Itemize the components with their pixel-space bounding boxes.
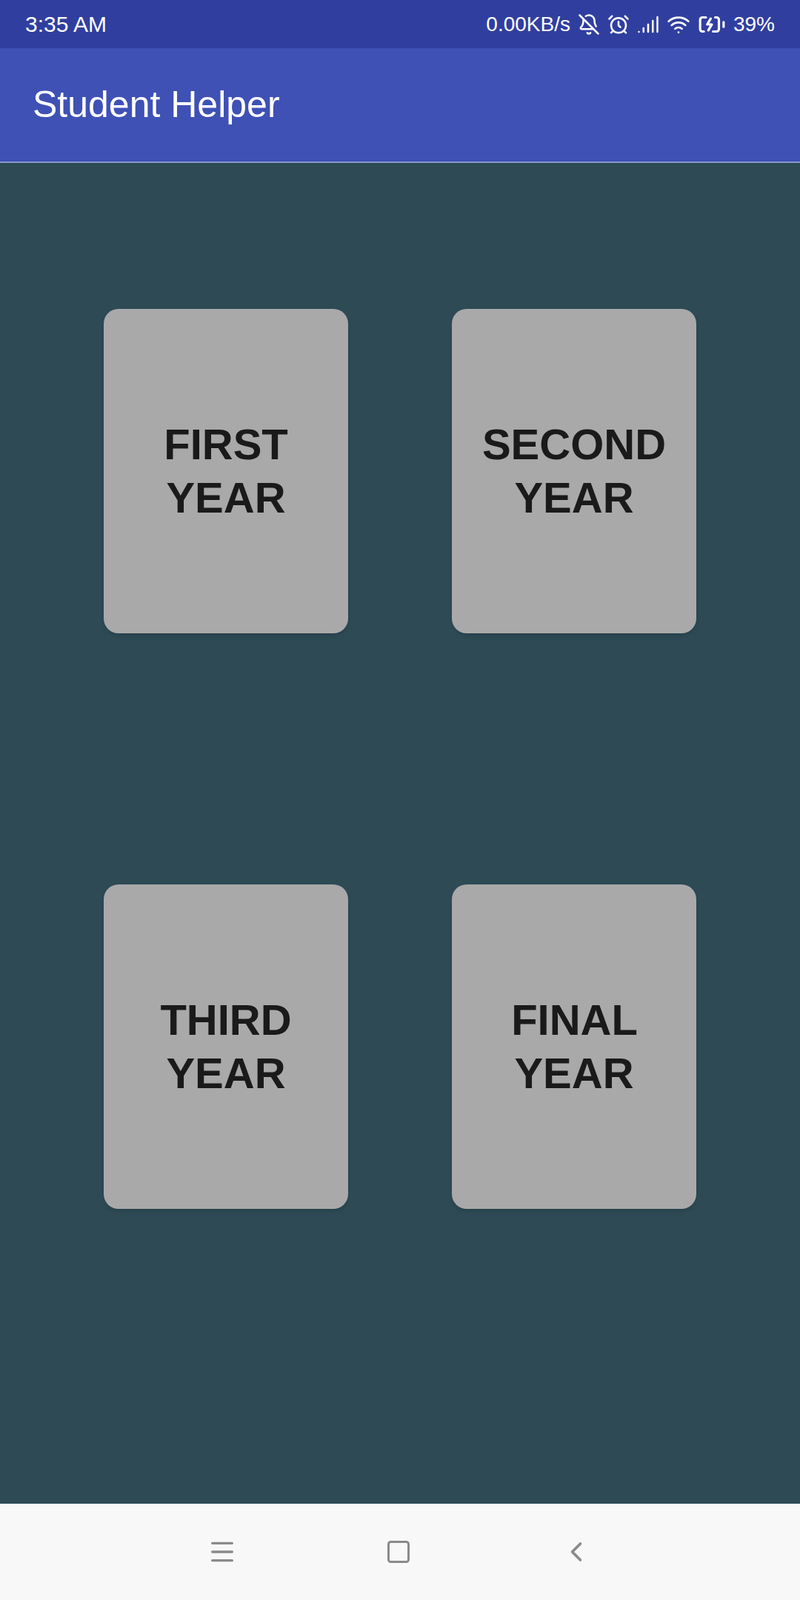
wifi-icon (666, 12, 691, 37)
alarm-icon (607, 13, 630, 36)
app-screen: 3:35 AM 0.00KB/s 39% Student Helper FIRST YE… (0, 0, 800, 1600)
navigation-bar (0, 1503, 800, 1600)
year-card[interactable]: FIRST YEAR (103, 308, 349, 634)
home-icon[interactable] (385, 1538, 412, 1566)
signal-icon (637, 13, 660, 36)
year-card[interactable]: FINAL YEAR (451, 884, 697, 1209)
app-title: Student Helper (32, 81, 280, 129)
battery-icon (697, 10, 726, 39)
back-icon[interactable] (560, 1535, 593, 1569)
content-area: FIRST YEAR SECOND YEAR THIRD YEAR FINAL YEA… (0, 162, 800, 1504)
menu-icon[interactable] (207, 1537, 238, 1567)
app-bar: Student Helper (0, 48, 800, 163)
year-card-label: SECOND YEAR (482, 417, 666, 525)
network-speed: 0.00KB/s (485, 14, 571, 35)
status-time: 3:35 AM (25, 13, 107, 36)
year-card-label: FINAL YEAR (511, 993, 638, 1100)
year-card[interactable]: SECOND YEAR (451, 308, 697, 634)
battery-level: 39% (733, 14, 775, 35)
status-bar: 3:35 AM 0.00KB/s 39% (0, 0, 800, 49)
bell-off-icon (577, 13, 600, 36)
status-icons: 0.00KB/s 39% (485, 10, 775, 39)
year-card-label: FIRST YEAR (163, 417, 289, 525)
year-grid: FIRST YEAR SECOND YEAR THIRD YEAR FINAL YEA… (103, 308, 697, 1504)
year-card[interactable]: THIRD YEAR (103, 884, 349, 1209)
year-card-label: THIRD YEAR (160, 993, 292, 1100)
